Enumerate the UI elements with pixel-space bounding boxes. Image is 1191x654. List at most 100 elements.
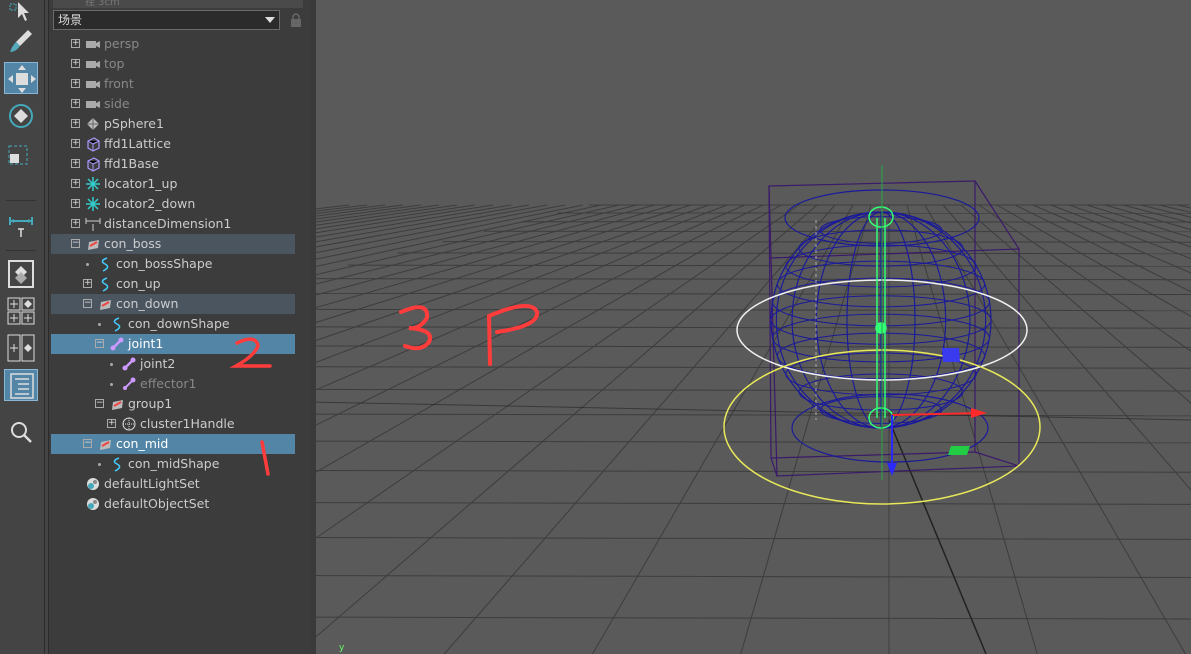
collapse-icon[interactable]: − (83, 439, 92, 448)
annotation-3p-text: 3 P (401, 298, 541, 368)
annotation-1-text: 1 (256, 440, 274, 476)
expand-icon[interactable]: + (71, 79, 80, 88)
camera-icon (86, 61, 100, 68)
outliner-item-ffd1base[interactable]: + ffd1Base (51, 154, 295, 174)
expand-icon[interactable]: + (71, 119, 80, 128)
psphere-wireframe (770, 211, 992, 429)
curve-icon (113, 457, 121, 472)
outliner-item-label: con_midShape (128, 456, 220, 471)
transform-icon (100, 440, 111, 450)
tree-connector-dot (86, 263, 89, 266)
tree-connector-dot (110, 363, 113, 366)
outliner-item-con_up[interactable]: + con_up (51, 274, 295, 294)
outliner-tab-label: 挂 3cm (85, 0, 120, 8)
outliner-item-label: con_downShape (128, 316, 230, 331)
mesh-icon (87, 118, 99, 130)
two-view-button[interactable] (4, 332, 38, 364)
expand-icon[interactable]: + (71, 159, 80, 168)
outliner-item-front[interactable]: + front (51, 74, 295, 94)
collapse-icon[interactable]: − (83, 299, 92, 308)
outliner-item-con_bossshape[interactable]: con_bossShape (51, 254, 295, 274)
outliner-item-effector1[interactable]: effector1 (51, 374, 295, 394)
viewport-border (311, 0, 316, 654)
tree-connector-dot (110, 383, 113, 386)
outliner-item-label: effector1 (140, 376, 197, 391)
expand-icon[interactable]: + (71, 39, 80, 48)
effector-icon (123, 377, 136, 390)
expand-icon[interactable]: + (83, 279, 92, 288)
lattice-icon (87, 157, 100, 172)
outliner-item-defaultlightset[interactable]: defaultLightSet (51, 474, 295, 494)
rotate-tool-button[interactable] (4, 100, 38, 132)
tool-shelf (0, 0, 45, 654)
locator-icon (86, 177, 100, 191)
annotation-2-text: 2 (236, 334, 270, 368)
view-axis-label: y (339, 643, 345, 653)
expand-icon[interactable]: + (71, 179, 80, 188)
3d-viewport[interactable]: y 3 P (311, 0, 1191, 654)
expand-icon[interactable]: + (71, 139, 80, 148)
expand-icon[interactable]: + (71, 99, 80, 108)
search-icon (11, 422, 32, 443)
joint-icon (122, 357, 136, 371)
outliner-item-con_boss[interactable]: − con_boss (51, 234, 295, 254)
outliner-item-label: defaultObjectSet (104, 496, 210, 511)
four-pane-icon (7, 297, 35, 325)
expand-icon[interactable]: + (71, 59, 80, 68)
outliner-header-strip: 挂 3cm (53, 0, 303, 8)
joint-icon (110, 337, 124, 351)
outliner-item-label: distanceDimension1 (104, 216, 232, 231)
expand-icon[interactable]: + (71, 199, 80, 208)
expand-icon[interactable]: + (71, 219, 80, 228)
locator-icon (86, 197, 100, 211)
outliner-item-label: persp (104, 36, 140, 51)
move-icon (8, 65, 36, 93)
scene-filter-dropdown[interactable]: 场景 (53, 10, 280, 30)
outliner-item-label: pSphere1 (104, 116, 164, 131)
outliner-item-group1[interactable]: − group1 (51, 394, 295, 414)
outliner-item-psphere1[interactable]: + pSphere1 (51, 114, 295, 134)
outliner-item-top[interactable]: + top (51, 54, 295, 74)
outliner-item-distancedimension1[interactable]: + distanceDimension1 (51, 214, 295, 234)
ground-grid (311, 204, 1191, 654)
lock-icon[interactable] (289, 12, 303, 28)
tree-connector-dot (98, 463, 101, 466)
single-pane-icon (8, 260, 34, 288)
paint-select-tool-button[interactable] (4, 26, 38, 58)
outliner-item-locator2_down[interactable]: + locator2_down (51, 194, 295, 214)
outliner-panel: 挂 3cm 场景 + persp + top + front + side + pSphere1 +… (48, 0, 355, 654)
curve-icon (101, 257, 109, 272)
single-view-button[interactable] (4, 258, 38, 290)
outliner-item-defaultobjectset[interactable]: defaultObjectSet (51, 494, 295, 514)
measure-tool-button[interactable] (4, 207, 38, 239)
set-icon (87, 498, 99, 510)
outliner-item-cluster1handle[interactable]: + cluster1Handle (51, 414, 295, 434)
search-tool-button[interactable] (4, 416, 38, 448)
outliner-item-con_down[interactable]: − con_down (51, 294, 295, 314)
expand-icon[interactable]: + (107, 419, 116, 428)
outliner-item-label: defaultLightSet (104, 476, 200, 491)
outliner-item-ffd1lattice[interactable]: + ffd1Lattice (51, 134, 295, 154)
outliner-item-label: joint2 (140, 356, 176, 371)
camera-icon (86, 81, 100, 88)
outliner-item-persp[interactable]: + persp (51, 34, 295, 54)
brush-icon (10, 30, 32, 52)
outliner-view-button[interactable] (4, 369, 38, 401)
outliner-item-label: con_down (116, 296, 179, 311)
outliner-item-locator1_up[interactable]: + locator1_up (51, 174, 295, 194)
outliner-item-label: side (104, 96, 130, 111)
outliner-item-label: locator1_up (104, 176, 178, 191)
collapse-icon[interactable]: − (95, 339, 104, 348)
measure-icon (9, 217, 33, 237)
collapse-icon[interactable]: − (95, 399, 104, 408)
camera-icon (86, 41, 100, 48)
four-view-button[interactable] (4, 296, 38, 328)
collapse-icon[interactable]: − (71, 239, 80, 248)
outliner-item-side[interactable]: + side (51, 94, 295, 114)
move-tool-button[interactable] (4, 62, 38, 94)
outliner-item-label: locator2_down (104, 196, 196, 211)
outliner-item-label: ffd1Base (104, 156, 159, 171)
outliner-item-label: con_up (116, 276, 161, 291)
outliner-item-con_downshape[interactable]: con_downShape (51, 314, 295, 334)
scale-tool-button[interactable] (4, 138, 38, 170)
